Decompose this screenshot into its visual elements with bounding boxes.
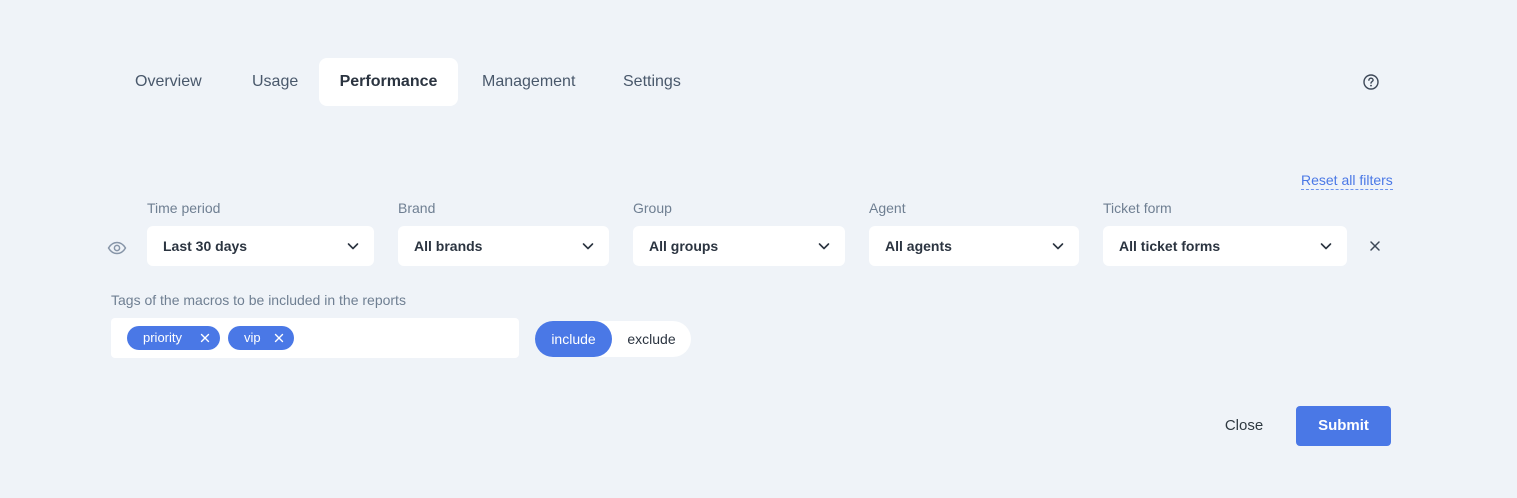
agent-value: All agents bbox=[885, 238, 952, 254]
exclude-option[interactable]: exclude bbox=[612, 321, 691, 357]
question-circle-icon[interactable] bbox=[1361, 72, 1381, 92]
time-period-select[interactable]: Last 30 days bbox=[147, 226, 374, 266]
eye-icon[interactable] bbox=[106, 237, 128, 259]
tags-label: Tags of the macros to be included in the… bbox=[111, 292, 406, 308]
group-select[interactable]: All groups bbox=[633, 226, 845, 266]
close-icon[interactable] bbox=[1366, 237, 1384, 255]
brand-value: All brands bbox=[414, 238, 483, 254]
tab-settings[interactable]: Settings bbox=[623, 58, 681, 106]
tab-management[interactable]: Management bbox=[482, 58, 575, 106]
submit-button[interactable]: Submit bbox=[1296, 406, 1391, 446]
brand-select[interactable]: All brands bbox=[398, 226, 609, 266]
chevron-down-icon bbox=[347, 243, 359, 250]
ticket-form-label: Ticket form bbox=[1103, 200, 1172, 216]
tab-usage[interactable]: Usage bbox=[252, 58, 298, 106]
remove-tag-icon[interactable] bbox=[200, 333, 210, 343]
tag-chip: priority bbox=[127, 326, 220, 350]
agent-label: Agent bbox=[869, 200, 906, 216]
remove-tag-icon[interactable] bbox=[274, 333, 284, 343]
group-value: All groups bbox=[649, 238, 719, 254]
brand-label: Brand bbox=[398, 200, 436, 216]
tab-overview[interactable]: Overview bbox=[135, 58, 202, 106]
chevron-down-icon bbox=[1052, 243, 1064, 250]
include-exclude-toggle: include exclude bbox=[535, 321, 691, 357]
tag-chip-label: vip bbox=[244, 330, 261, 345]
include-option[interactable]: include bbox=[535, 321, 612, 357]
tag-chip-label: priority bbox=[143, 330, 183, 345]
time-period-label: Time period bbox=[147, 200, 221, 216]
ticket-form-value: All ticket forms bbox=[1119, 238, 1221, 254]
tags-input[interactable]: priority vip bbox=[111, 318, 519, 358]
tag-chip: vip bbox=[228, 326, 294, 350]
time-period-value: Last 30 days bbox=[163, 238, 248, 254]
chevron-down-icon bbox=[1320, 243, 1332, 250]
close-button[interactable]: Close bbox=[1214, 406, 1274, 446]
reset-all-filters-link[interactable]: Reset all filters bbox=[1301, 172, 1393, 190]
tab-performance[interactable]: Performance bbox=[319, 58, 458, 106]
agent-select[interactable]: All agents bbox=[869, 226, 1079, 266]
group-label: Group bbox=[633, 200, 672, 216]
chevron-down-icon bbox=[582, 243, 594, 250]
ticket-form-select[interactable]: All ticket forms bbox=[1103, 226, 1347, 266]
chevron-down-icon bbox=[818, 243, 830, 250]
